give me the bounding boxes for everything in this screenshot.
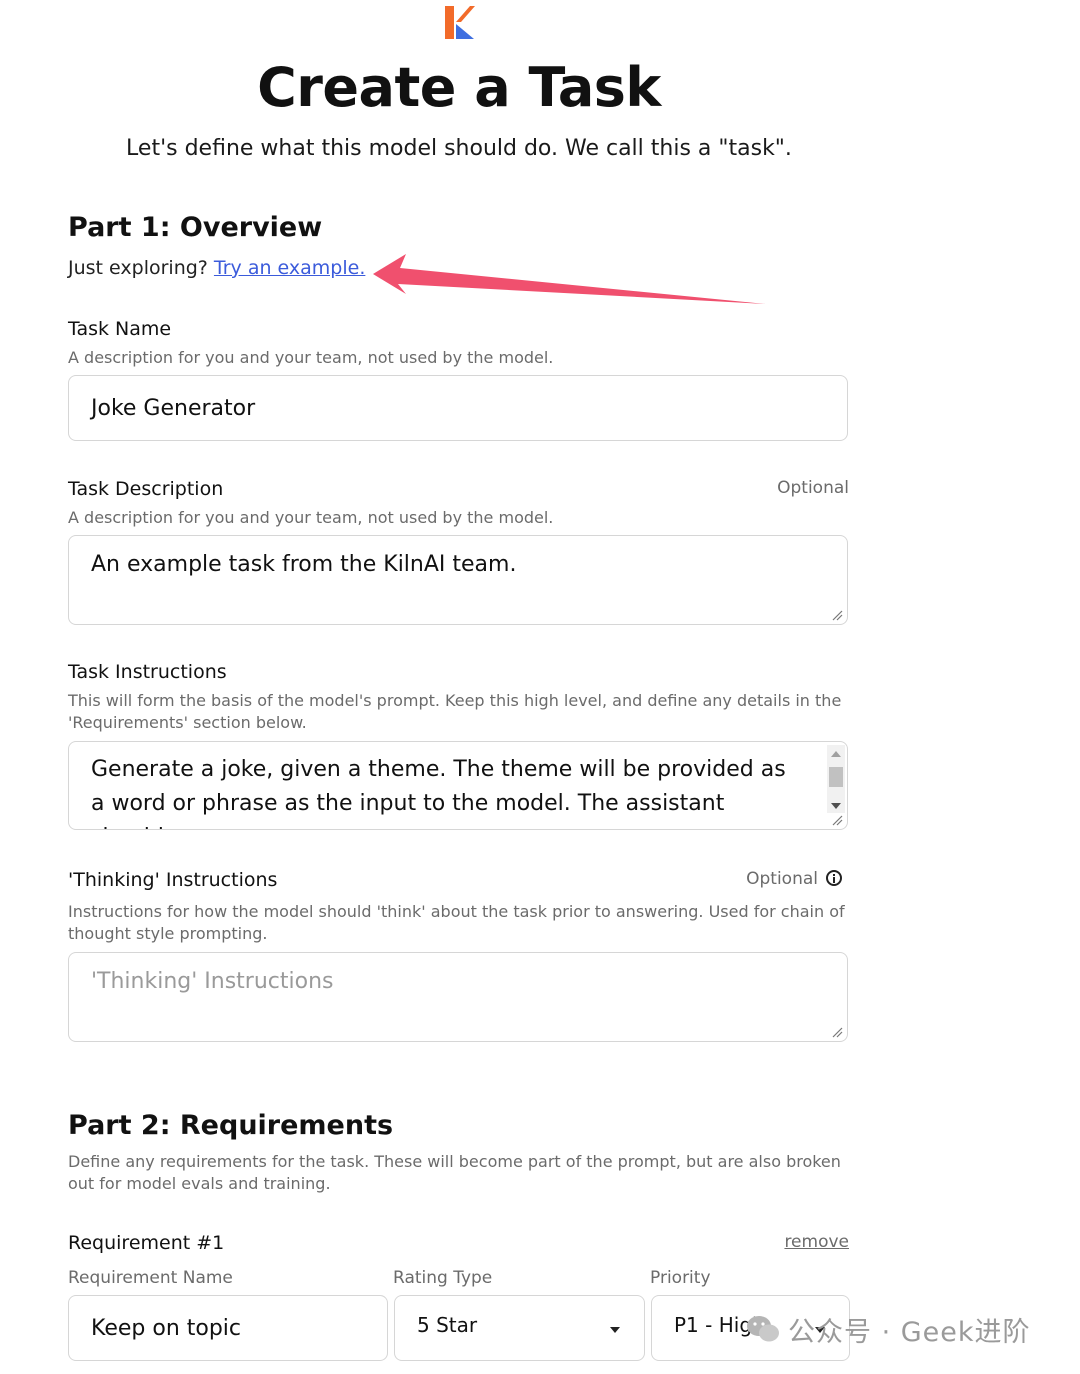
page-title: Create a Task (257, 56, 661, 119)
task-instructions-hint: This will form the basis of the model's … (68, 691, 842, 732)
thinking-instructions-textarea[interactable]: 'Thinking' Instructions (68, 952, 848, 1042)
task-instructions-value: Generate a joke, given a theme. The them… (91, 757, 786, 829)
scroll-down-arrow-icon[interactable] (831, 803, 841, 809)
task-description-value: An example task from the KilnAI team. (91, 552, 517, 577)
thinking-instructions-placeholder: 'Thinking' Instructions (91, 969, 334, 994)
exploring-text: Just exploring? (68, 257, 208, 279)
part2-description: Define any requirements for the task. Th… (68, 1152, 841, 1193)
try-example-link[interactable]: Try an example. (214, 257, 365, 279)
info-icon[interactable] (826, 870, 842, 886)
kiln-logo-icon (445, 6, 475, 39)
requirement-title: Requirement #1 (68, 1232, 225, 1254)
task-description-hint: A description for you and your team, not… (68, 508, 554, 527)
remove-requirement-link[interactable]: remove (760, 1232, 849, 1252)
task-description-textarea[interactable]: An example task from the KilnAI team. (68, 535, 848, 625)
resize-grip-icon[interactable] (831, 814, 843, 826)
task-instructions-label: Task Instructions (68, 661, 227, 683)
requirement-name-value: Keep on topic (91, 1316, 242, 1341)
task-name-label: Task Name (68, 318, 172, 340)
rating-type-value: 5 Star (417, 1313, 478, 1337)
thinking-instructions-label: 'Thinking' Instructions (68, 869, 278, 891)
annotation-arrow-icon (373, 254, 766, 304)
wechat-icon (747, 1316, 779, 1342)
task-instructions-textarea[interactable]: Generate a joke, given a theme. The them… (68, 741, 848, 830)
task-description-optional: Optional (777, 478, 849, 498)
scroll-up-arrow-icon[interactable] (831, 751, 841, 757)
task-description-label: Task Description (68, 478, 224, 500)
requirement-name-input[interactable]: Keep on topic (68, 1295, 388, 1361)
task-name-input[interactable]: Joke Generator (68, 375, 848, 441)
task-name-description: A description for you and your team, not… (68, 348, 554, 367)
rating-type-select[interactable]: 5 Star (394, 1295, 645, 1361)
textarea-scrollbar[interactable] (827, 745, 845, 813)
chevron-down-icon (610, 1327, 620, 1333)
priority-label: Priority (650, 1268, 711, 1288)
part2-title: Part 2: Requirements (68, 1110, 394, 1141)
exploring-line: Just exploring? Try an example. (68, 257, 365, 279)
scroll-thumb[interactable] (829, 767, 843, 787)
thinking-optional-row: Optional (660, 869, 842, 889)
watermark-text: 公众号 · Geek进阶 (788, 1317, 1031, 1348)
task-name-value: Joke Generator (91, 396, 256, 421)
page-subtitle: Let's define what this model should do. … (126, 136, 792, 161)
requirement-name-label: Requirement Name (68, 1268, 233, 1288)
thinking-instructions-hint: Instructions for how the model should 't… (68, 902, 845, 943)
resize-grip-icon[interactable] (831, 1026, 843, 1038)
resize-grip-icon[interactable] (831, 609, 843, 621)
rating-type-label: Rating Type (393, 1268, 493, 1288)
thinking-optional: Optional (746, 869, 818, 889)
part1-title: Part 1: Overview (68, 212, 323, 243)
